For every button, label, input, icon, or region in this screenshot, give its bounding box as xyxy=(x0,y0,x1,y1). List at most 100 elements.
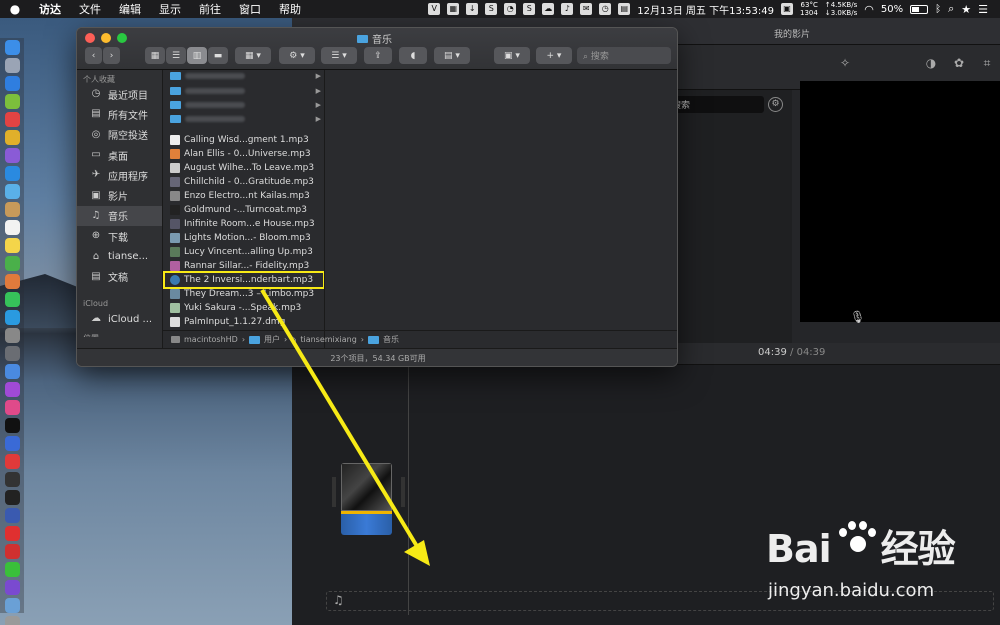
path-segment[interactable]: 用户 xyxy=(264,334,280,345)
sidebar-item-airdrop[interactable]: ◎ 隔空投送 xyxy=(77,125,162,145)
icon-view-button[interactable]: ▦ xyxy=(145,47,165,64)
finder-search-input[interactable]: ⌕ 搜索 xyxy=(577,47,671,64)
stickies-dock-icon[interactable] xyxy=(4,238,20,253)
file-row[interactable]: August Wilhe...To Leave.mp3 xyxy=(165,161,323,175)
sidebar-item-recents[interactable]: ◷ 最近项目 xyxy=(77,84,162,104)
video-clip[interactable] xyxy=(341,463,392,535)
imovie-search-input[interactable]: 搜索 xyxy=(668,96,764,113)
sidebar-item-icloud-drive[interactable]: ☁ iCloud ... xyxy=(77,309,162,329)
file-row[interactable]: Rannar Sillar...- Fidelity.mp3 xyxy=(165,259,323,273)
file-row[interactable]: Inifinite Room...e House.mp3 xyxy=(165,217,323,231)
app-purple-dock-icon[interactable] xyxy=(4,148,20,163)
wifi-icon[interactable]: ◠ xyxy=(864,3,874,16)
gear-icon[interactable]: ⚙ xyxy=(768,97,783,112)
app-blue-dock-icon[interactable] xyxy=(4,166,20,181)
path-segment[interactable]: tiansemixiang xyxy=(300,335,356,344)
color-balance-icon[interactable]: ◑ xyxy=(924,56,938,70)
path-segment[interactable]: macintoshHD xyxy=(184,335,238,344)
file-row[interactable]: Lucy Vincent...alling Up.mp3 xyxy=(165,245,323,259)
menu-edit[interactable]: 编辑 xyxy=(110,1,150,17)
path-segment[interactable]: 音乐 xyxy=(383,334,399,345)
file-row[interactable]: Yuki Sakura -...Speak.mp3 xyxy=(165,301,323,315)
imovie-dock-icon[interactable] xyxy=(4,580,20,595)
battery-icon[interactable] xyxy=(910,4,929,14)
sidebar-item-home[interactable]: ⌂ tianse... xyxy=(77,246,162,266)
folder-row-blurred[interactable]: ▶ xyxy=(165,84,323,98)
messages-dock-icon[interactable] xyxy=(4,292,20,307)
s-app-icon[interactable]: S xyxy=(485,3,498,15)
trash-dock-icon[interactable] xyxy=(4,616,20,625)
sidebar-item-applications[interactable]: ✈ 应用程序 xyxy=(77,165,162,185)
document-button[interactable]: ▤ ▾ xyxy=(434,47,470,64)
file-row[interactable]: Alan Ellis - 0...Universe.mp3 xyxy=(165,147,323,161)
spotlight-icon[interactable]: ⌕ xyxy=(948,2,954,16)
add-button[interactable]: + ▾ xyxy=(536,47,572,64)
arrange-button[interactable]: ☰ ▾ xyxy=(321,47,357,64)
calendar-dock-icon[interactable] xyxy=(4,220,20,235)
yandex-dock-icon[interactable] xyxy=(4,526,20,541)
wechat-dock-icon[interactable] xyxy=(4,562,20,577)
app-red-dock-icon[interactable] xyxy=(4,112,20,127)
chrome-dock-icon[interactable] xyxy=(4,130,20,145)
group-button[interactable]: ▦ ▾ xyxy=(235,47,271,64)
folder-row-blurred[interactable]: ▶ xyxy=(165,70,323,82)
android-dock-icon[interactable] xyxy=(4,94,20,109)
vivaldi-dock-icon[interactable] xyxy=(4,454,20,469)
monitor-icon[interactable]: ▣ xyxy=(781,3,793,15)
s-box-icon[interactable]: S xyxy=(523,3,536,15)
qq-dock-icon[interactable] xyxy=(4,310,20,325)
file-row[interactable]: Goldmund -...Turncoat.mp3 xyxy=(165,203,323,217)
safari-dock-icon[interactable] xyxy=(4,76,20,91)
magic-wand-icon[interactable]: ✧ xyxy=(838,56,852,70)
clock-text[interactable]: 12月13日 周五 下午13:53:49 xyxy=(637,2,774,17)
forward-button[interactable]: › xyxy=(103,47,120,64)
chat-icon[interactable]: ✉ xyxy=(580,3,593,15)
sidebar-item-music[interactable]: ♫ 音乐 xyxy=(77,205,162,227)
itunes-dock-icon[interactable] xyxy=(4,400,20,415)
clip-right-handle[interactable] xyxy=(401,477,405,507)
tags-button[interactable]: ◖ xyxy=(399,47,427,64)
menu-help[interactable]: 帮助 xyxy=(270,1,310,17)
calendar-icon[interactable]: ▤ xyxy=(618,3,631,15)
playhead[interactable] xyxy=(408,365,409,615)
cloud-icon[interactable]: ☁ xyxy=(542,3,555,15)
gallery-view-button[interactable]: ▬ xyxy=(208,47,228,64)
app-gray-dock-icon[interactable] xyxy=(4,328,20,343)
menu-file[interactable]: 文件 xyxy=(70,1,110,17)
battery-percent[interactable]: 50% xyxy=(881,4,903,15)
finder-dock-icon[interactable] xyxy=(4,40,20,55)
preferences-dock-icon[interactable] xyxy=(4,346,20,361)
file-row[interactable]: Lights Motion...- Bloom.mp3 xyxy=(165,231,323,245)
menu-view[interactable]: 显示 xyxy=(150,1,190,17)
zoom-button[interactable] xyxy=(117,33,127,43)
file-row[interactable]: Chillchild - 0...Gratitude.mp3 xyxy=(165,175,323,189)
folder-row-blurred[interactable]: ▶ xyxy=(165,112,323,126)
launchpad-dock-icon[interactable] xyxy=(4,58,20,73)
preview-dock-icon[interactable] xyxy=(4,184,20,199)
temp-readout[interactable]: 63°C 1304 xyxy=(800,1,818,17)
appletv-dock-icon[interactable] xyxy=(4,418,20,433)
clock-status-icon[interactable]: ◷ xyxy=(599,3,612,15)
ghost-icon[interactable]: ◔ xyxy=(504,3,517,15)
action-gear-button[interactable]: ⚙ ▾ xyxy=(279,47,315,64)
sidebar-item-documents[interactable]: ▤ 文稿 xyxy=(77,267,162,287)
photos-dock-icon[interactable] xyxy=(4,274,20,289)
close-button[interactable] xyxy=(85,33,95,43)
list-menu-icon[interactable]: ☰ xyxy=(978,3,988,16)
menu-go[interactable]: 前往 xyxy=(190,1,230,17)
clipboard-button[interactable]: ▣ ▾ xyxy=(494,47,530,64)
notes-dock-icon[interactable] xyxy=(4,202,20,217)
podcasts-dock-icon[interactable] xyxy=(4,382,20,397)
share-button[interactable]: ⇪ xyxy=(364,47,392,64)
clip-left-handle[interactable] xyxy=(332,477,336,507)
file-row-highlighted[interactable]: The 2 Inversi...nderbart.mp3 xyxy=(163,271,325,289)
sidebar-item-downloads[interactable]: ⊕ 下载 xyxy=(77,226,162,246)
net-readout[interactable]: ↑4.5KB/s ↓3.0KB/s xyxy=(825,1,857,17)
file-row[interactable]: Calling Wisd...gment 1.mp3 xyxy=(165,133,323,147)
app-dark-dock-icon[interactable] xyxy=(4,472,20,487)
file-row[interactable]: PalmInput_1.1.27.dmg xyxy=(165,315,323,329)
vm-dock-icon[interactable] xyxy=(4,508,20,523)
apple-menu-icon[interactable]: ● xyxy=(0,2,30,16)
microphone-icon[interactable]: 🎙 xyxy=(850,310,865,326)
color-palette-icon[interactable]: ✿ xyxy=(952,56,966,70)
